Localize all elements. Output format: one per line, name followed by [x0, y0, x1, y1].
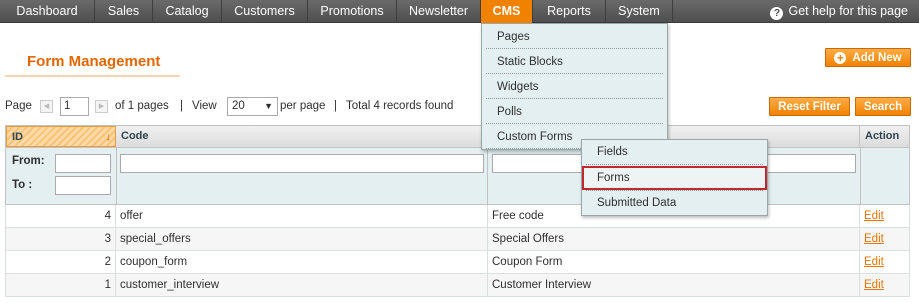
row-action: Edit — [860, 274, 910, 296]
filter-divider — [860, 148, 861, 205]
help-link-label: Get help for this page — [788, 4, 908, 18]
nav-system[interactable]: System — [606, 0, 673, 23]
plus-icon: + — [834, 52, 847, 64]
nav-reports[interactable]: Reports — [533, 0, 606, 23]
per-page-label: per page — [280, 100, 326, 112]
edit-link[interactable]: Edit — [864, 210, 884, 222]
cms-dropdown-menu: Pages Static Blocks Widgets Polls Custom… — [481, 23, 668, 150]
row-code: offer — [116, 205, 488, 227]
grid-header: ID ↓ Code Action — [5, 125, 910, 148]
edit-link[interactable]: Edit — [864, 256, 884, 268]
custom-forms-submenu: Fields Forms Submitted Data — [581, 139, 768, 216]
add-new-label: Add New — [852, 52, 902, 64]
help-link[interactable]: ? Get help for this page — [770, 0, 908, 23]
edit-link[interactable]: Edit — [864, 279, 884, 291]
filter-to-label: To : — [12, 179, 33, 191]
row-title: Special Offers — [488, 228, 860, 250]
next-page-icon[interactable]: ▶ — [95, 100, 108, 113]
row-code: coupon_form — [116, 251, 488, 273]
help-icon: ? — [770, 7, 784, 20]
submenu-item-fields[interactable]: Fields — [582, 140, 767, 164]
page-title: Form Management — [27, 53, 161, 70]
submenu-item-submitted-data[interactable]: Submitted Data — [582, 191, 767, 215]
page-number-input[interactable]: 1 — [60, 97, 89, 116]
table-row[interactable]: 2 coupon_form Coupon Form Edit — [5, 251, 910, 274]
menu-item-pages[interactable]: Pages — [486, 25, 663, 49]
page-label: Page — [5, 100, 32, 112]
table-row[interactable]: 3 special_offers Special Offers Edit — [5, 228, 910, 251]
sort-down-icon: ↓ — [105, 131, 112, 143]
code-filter-input[interactable] — [120, 154, 484, 173]
row-id: 3 — [6, 228, 116, 250]
nav-catalog[interactable]: Catalog — [153, 0, 222, 23]
row-action: Edit — [860, 228, 910, 250]
pager-separator-1: | — [180, 100, 183, 112]
chevron-down-icon: ▼ — [264, 101, 273, 111]
row-id: 4 — [6, 205, 116, 227]
view-label: View — [192, 100, 217, 112]
row-id: 1 — [6, 274, 116, 296]
id-to-input[interactable] — [55, 176, 111, 195]
row-title: Coupon Form — [488, 251, 860, 273]
row-code: customer_interview — [116, 274, 488, 296]
of-pages-label: of 1 pages — [115, 100, 169, 112]
nav-newsletter[interactable]: Newsletter — [397, 0, 481, 23]
submenu-item-forms[interactable]: Forms — [582, 166, 767, 190]
title-underline — [5, 75, 180, 77]
reset-filter-button[interactable]: Reset Filter — [769, 97, 850, 116]
nav-promotions[interactable]: Promotions — [308, 0, 397, 23]
nav-dashboard[interactable]: Dashboard — [0, 0, 95, 23]
table-row[interactable]: 4 offer Free code Edit — [5, 205, 910, 228]
add-new-button[interactable]: + Add New — [825, 48, 911, 67]
filter-row: From: To : — [5, 148, 910, 205]
column-header-code[interactable]: Code — [116, 126, 488, 147]
per-page-select[interactable]: 20 ▼ — [227, 97, 278, 116]
pager-separator-2: | — [334, 100, 337, 112]
row-title: Customer Interview — [488, 274, 860, 296]
id-from-input[interactable] — [55, 154, 111, 173]
filter-divider — [116, 148, 117, 205]
nav-cms[interactable]: CMS — [481, 0, 533, 23]
menu-item-polls[interactable]: Polls — [486, 100, 663, 124]
edit-link[interactable]: Edit — [864, 233, 884, 245]
row-id: 2 — [6, 251, 116, 273]
row-action: Edit — [860, 205, 910, 227]
nav-customers[interactable]: Customers — [222, 0, 308, 23]
filter-divider — [487, 148, 488, 205]
submenu-divider — [586, 164, 763, 165]
prev-page-icon[interactable]: ◀ — [40, 100, 53, 113]
total-records: Total 4 records found — [346, 100, 454, 112]
menu-item-static-blocks[interactable]: Static Blocks — [486, 50, 663, 74]
column-header-action: Action — [865, 130, 900, 142]
menu-item-widgets[interactable]: Widgets — [486, 75, 663, 99]
per-page-value: 20 — [232, 100, 245, 112]
main-navbar: Dashboard Sales Catalog Customers Promot… — [0, 0, 919, 23]
table-row[interactable]: 1 customer_interview Customer Interview … — [5, 274, 910, 297]
search-button[interactable]: Search — [855, 97, 911, 116]
row-code: special_offers — [116, 228, 488, 250]
column-id-label: ID — [12, 131, 23, 143]
column-header-id[interactable]: ID ↓ — [6, 126, 116, 147]
filter-from-label: From: — [12, 155, 45, 167]
nav-sales[interactable]: Sales — [95, 0, 153, 23]
row-action: Edit — [860, 251, 910, 273]
